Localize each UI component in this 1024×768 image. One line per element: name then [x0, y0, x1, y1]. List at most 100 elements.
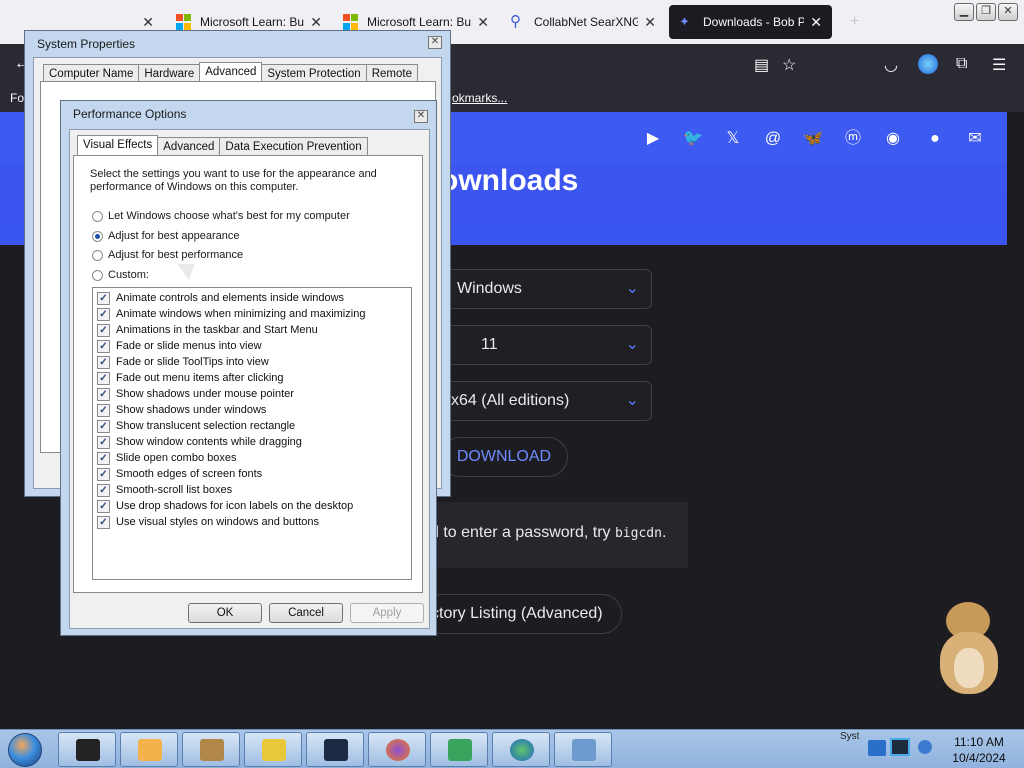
search-icon: ⚲ [510, 13, 521, 30]
close-button[interactable]: ✕ [414, 110, 428, 123]
list-item[interactable]: ✓ Fade or slide menus into view [93, 338, 411, 354]
checkbox[interactable]: ✓ [97, 483, 110, 497]
taskbar-app-notes[interactable] [244, 732, 302, 767]
download-button[interactable]: DOWNLOAD [440, 437, 568, 477]
mastodon-icon[interactable]: ⓜ [842, 128, 864, 150]
list-item[interactable]: ✓ Smooth-scroll list boxes [93, 482, 411, 498]
version-select[interactable]: 11 ⌄ [440, 325, 652, 365]
ok-button[interactable]: OK [188, 603, 262, 623]
list-item[interactable]: ✓ Animate windows when minimizing and max… [93, 306, 411, 322]
checkbox[interactable]: ✓ [97, 323, 110, 337]
checkbox[interactable]: ✓ [97, 355, 110, 369]
close-button[interactable]: ✕ [428, 36, 442, 49]
list-item[interactable]: ✓ Show window contents while dragging [93, 434, 411, 450]
tab-visual-effects[interactable]: Visual Effects [77, 135, 159, 155]
radio-let-windows-choose[interactable]: Let Windows choose what's best for my co… [92, 210, 350, 222]
checkbox[interactable]: ✓ [97, 451, 110, 465]
discord-icon[interactable]: ◉ [882, 128, 904, 150]
checkbox[interactable]: ✓ [97, 419, 110, 433]
list-item[interactable]: ✓ Animations in the taskbar and Start Men… [93, 322, 411, 338]
checkbox[interactable]: ✓ [97, 339, 110, 353]
github-icon[interactable]: ● [924, 128, 946, 150]
radio-button[interactable] [92, 230, 103, 242]
list-item[interactable]: ✓ Show shadows under windows [93, 402, 411, 418]
list-item[interactable]: ✓ Use visual styles on windows and button… [93, 514, 411, 530]
page-scrollbar[interactable] [1007, 112, 1024, 729]
cancel-button[interactable]: Cancel [269, 603, 343, 623]
checkbox[interactable]: ✓ [97, 467, 110, 481]
radio-custom[interactable]: Custom: [92, 269, 149, 281]
tab-advanced[interactable]: Advanced [199, 62, 263, 82]
taskbar-app-media[interactable] [120, 732, 178, 767]
download-manager-icon [510, 739, 534, 761]
radio-best-performance[interactable]: Adjust for best performance [92, 249, 243, 261]
browser-tab-5[interactable]: ✦ Downloads - Bob Po ✕ [669, 5, 832, 39]
close-tab-icon[interactable]: ✕ [810, 14, 822, 31]
checkbox[interactable]: ✓ [97, 307, 110, 321]
close-tab-icon[interactable]: ✕ [644, 14, 656, 31]
radio-button[interactable] [92, 269, 103, 281]
bookmark-star-icon[interactable]: ☆ [782, 55, 796, 75]
taskbar-app-terminal[interactable] [58, 732, 116, 767]
list-item[interactable]: ✓ Show shadows under mouse pointer [93, 386, 411, 402]
list-item[interactable]: ✓ Use drop shadows for icon labels on the… [93, 498, 411, 514]
browser-tab-4[interactable]: ⚲ CollabNet SearXNG ✕ [500, 5, 666, 39]
close-tab-icon[interactable]: ✕ [142, 14, 154, 31]
taskbar-app-download-manager[interactable] [492, 732, 550, 767]
close-button[interactable]: ✕ [998, 3, 1018, 21]
checkbox[interactable]: ✓ [97, 499, 110, 513]
list-item[interactable]: ✓ Animate controls and elements inside wi… [93, 290, 411, 306]
radio-button[interactable] [92, 210, 103, 222]
checkbox[interactable]: ✓ [97, 515, 110, 529]
twitter-icon[interactable]: 🐦 [682, 128, 704, 150]
email-icon[interactable]: ✉ [964, 128, 986, 150]
directory-listing-button[interactable]: ctory Listing (Advanced) [420, 594, 622, 634]
taskbar-app-system-properties[interactable] [554, 732, 612, 767]
list-item[interactable]: ✓ Fade out menu items after clicking [93, 370, 411, 386]
apply-button[interactable]: Apply [350, 603, 424, 623]
threads-icon[interactable]: @ [762, 128, 784, 150]
restore-button[interactable]: ❐ [976, 3, 996, 21]
start-button[interactable] [2, 731, 52, 768]
new-tab-button[interactable]: + [840, 5, 866, 39]
os-select[interactable]: Windows ⌄ [440, 269, 652, 309]
minimize-button[interactable]: ▁ [954, 3, 974, 21]
menu-icon[interactable]: ☰ [992, 55, 1006, 75]
list-item[interactable]: ✓ Fade or slide ToolTips into view [93, 354, 411, 370]
radio-button[interactable] [92, 249, 103, 261]
checkbox[interactable]: ✓ [97, 371, 110, 385]
other-bookmarks-link[interactable]: okmarks... [452, 91, 507, 105]
extensions-icon[interactable]: ⧉ [956, 55, 967, 73]
tab-data-execution-prevention[interactable]: Data Execution Prevention [219, 137, 368, 157]
close-tab-icon[interactable]: ✕ [477, 14, 489, 31]
action-center-icon[interactable] [868, 740, 886, 756]
checkbox[interactable]: ✓ [97, 387, 110, 401]
taskbar-app-box[interactable] [182, 732, 240, 767]
volume-icon[interactable] [918, 740, 932, 754]
list-item[interactable]: ✓ Show translucent selection rectangle [93, 418, 411, 434]
network-icon[interactable] [890, 738, 910, 756]
visual-effects-list[interactable]: ✓ Animate controls and elements inside wi… [92, 287, 412, 580]
clock[interactable]: 11:10 AM 10/4/2024 [944, 734, 1014, 766]
reader-view-icon[interactable]: ▤ [754, 55, 769, 75]
hamster-mascot-image [940, 602, 1002, 698]
youtube-icon[interactable]: ▶ [642, 128, 664, 150]
checkbox[interactable]: ✓ [97, 435, 110, 449]
taskbar-app-installer[interactable] [430, 732, 488, 767]
checkbox[interactable]: ✓ [97, 291, 110, 305]
bluesky-icon[interactable]: 🦋 [802, 128, 824, 150]
pocket-icon[interactable]: ◡ [884, 55, 898, 75]
x-icon[interactable]: 𝕏 [722, 128, 744, 150]
terminal-icon [76, 739, 100, 761]
taskbar-app-firefox[interactable] [368, 732, 426, 767]
radio-best-appearance[interactable]: Adjust for best appearance [92, 230, 239, 242]
taskbar-app-monitor[interactable] [306, 732, 364, 767]
list-item[interactable]: ✓ Smooth edges of screen fonts [93, 466, 411, 482]
architecture-select[interactable]: x64 (All editions) ⌄ [440, 381, 652, 421]
tab-advanced[interactable]: Advanced [157, 137, 221, 157]
close-tab-icon[interactable]: ✕ [310, 14, 322, 31]
checkbox[interactable]: ✓ [97, 403, 110, 417]
bookmark-item[interactable]: Fo [10, 91, 24, 105]
account-icon[interactable] [918, 54, 938, 74]
list-item[interactable]: ✓ Slide open combo boxes [93, 450, 411, 466]
